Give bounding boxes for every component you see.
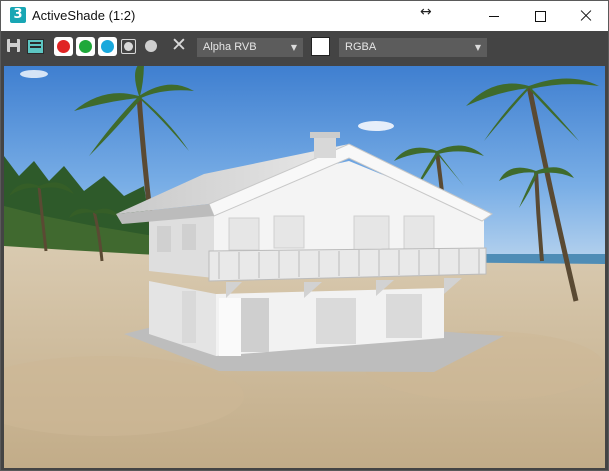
house-chimney-cap	[310, 132, 340, 138]
house-window	[273, 215, 305, 249]
green-channel-button[interactable]	[76, 37, 95, 56]
clear-icon[interactable]: ✕	[171, 35, 187, 55]
cloud	[358, 121, 394, 131]
house-window	[228, 217, 260, 251]
house-door	[316, 298, 356, 344]
save-image-icon[interactable]	[7, 39, 20, 52]
cloud	[20, 70, 48, 78]
house-window	[353, 215, 390, 251]
display-channel-dropdown[interactable]: Alpha RVB ▼	[197, 38, 303, 57]
monochrome-icon[interactable]	[145, 40, 157, 52]
3dsmax-app-icon[interactable]: 3	[10, 7, 26, 23]
blue-channel-button[interactable]	[98, 37, 117, 56]
title-bar[interactable]: 3 ActiveShade (1:2) ↔	[1, 1, 608, 31]
house-window	[403, 215, 435, 251]
color-channels-value: RGBA	[345, 41, 377, 53]
house-pillar	[182, 291, 196, 343]
red-channel-button[interactable]	[54, 37, 73, 56]
house-window	[182, 224, 196, 250]
activeshade-window: 3 ActiveShade (1:2) ↔ ✕ Alpha RVB ▼ RGBA…	[0, 0, 609, 471]
house-window	[157, 226, 171, 252]
render-viewport[interactable]	[4, 66, 605, 468]
window-title: ActiveShade (1:2)	[32, 8, 136, 23]
color-channels-dropdown[interactable]: RGBA ▼	[339, 38, 487, 57]
maximize-button[interactable]	[517, 1, 563, 31]
chevron-down-icon: ▼	[290, 43, 297, 52]
background-color-swatch[interactable]	[311, 37, 330, 56]
toolbar: ✕ Alpha RVB ▼ RGBA ▼	[1, 31, 608, 62]
house-chimney	[314, 136, 336, 158]
alpha-channel-button[interactable]	[121, 39, 136, 54]
chevron-down-icon: ▼	[474, 43, 481, 52]
minimize-button[interactable]	[471, 1, 517, 31]
house-pillar	[219, 298, 241, 356]
house-door	[386, 294, 422, 338]
clone-frame-window-icon[interactable]	[27, 39, 44, 54]
close-button[interactable]	[563, 1, 608, 31]
display-channel-value: Alpha RVB	[203, 41, 257, 53]
resize-arrows-icon: ↔	[420, 4, 432, 20]
house-shadow	[241, 298, 269, 352]
render-image	[4, 66, 605, 468]
